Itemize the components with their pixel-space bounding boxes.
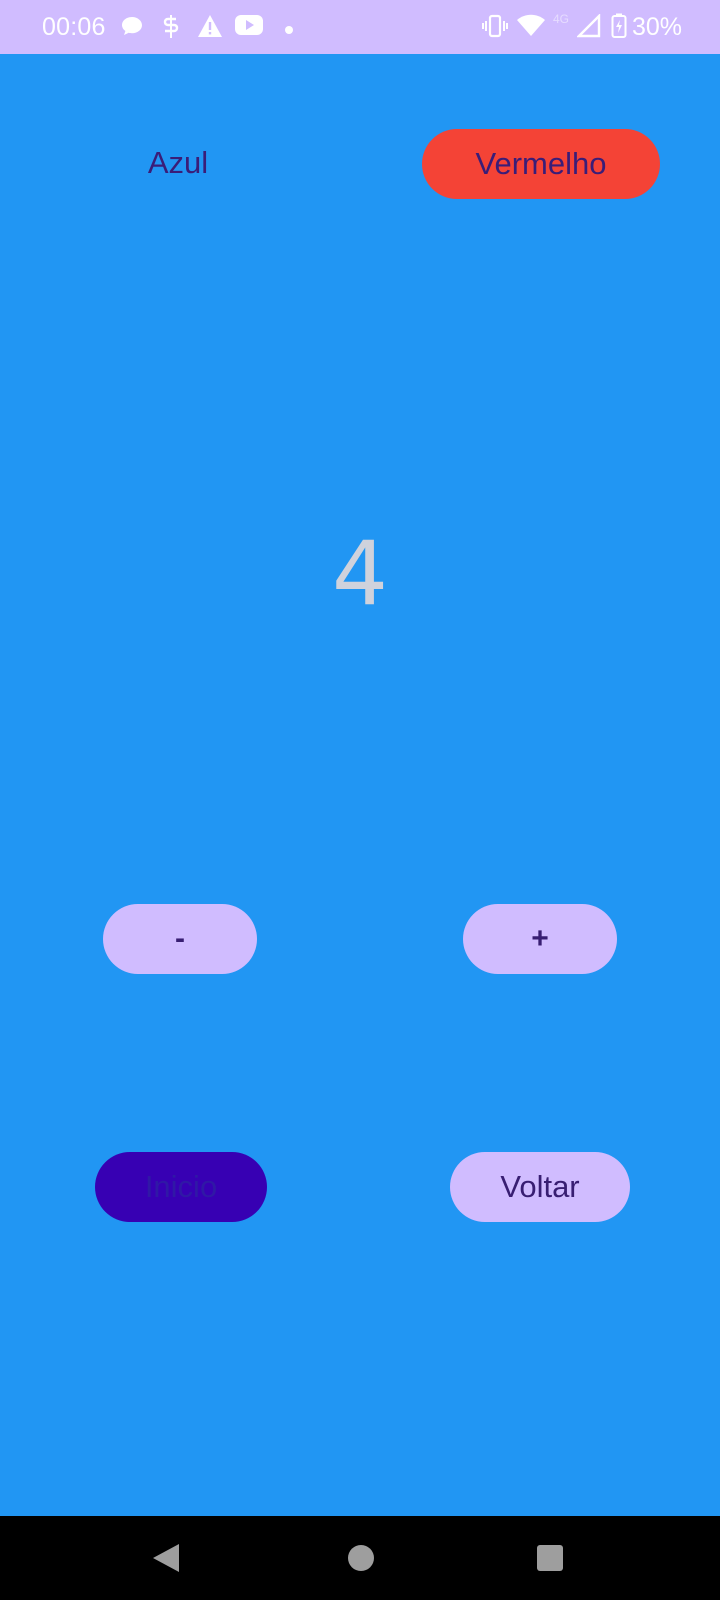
back-icon [153,1544,179,1572]
battery-charging-icon [611,13,627,44]
youtube-icon [235,14,263,41]
home-button[interactable] [310,1516,410,1600]
recents-icon [537,1545,563,1571]
vermelho-button[interactable]: Vermelho [422,129,660,199]
app-content: Azul Vermelho 4 - + Inicio Voltar [0,54,720,1516]
s-notification-icon [160,14,182,45]
dot-icon [284,22,294,40]
status-bar: 00:06 4G 30% [0,0,720,54]
vibrate-icon [482,14,508,43]
navigation-bar [0,1516,720,1600]
wifi-icon [517,14,545,43]
increment-button[interactable]: + [463,904,617,974]
inicio-button[interactable]: Inicio [95,1152,267,1222]
warning-icon [197,14,223,43]
home-icon [348,1545,374,1571]
back-button[interactable] [116,1516,216,1600]
signal-icon [576,13,601,43]
azul-button[interactable]: Azul [108,128,248,198]
chat-bubble-icon [120,14,144,43]
voltar-button[interactable]: Voltar [450,1152,630,1222]
network-type-label: 4G [553,12,570,26]
battery-percent: 30% [632,13,683,41]
counter-value: 4 [332,522,388,625]
status-time: 00:06 [42,13,106,41]
decrement-button[interactable]: - [103,904,257,974]
recents-button[interactable] [500,1516,600,1600]
